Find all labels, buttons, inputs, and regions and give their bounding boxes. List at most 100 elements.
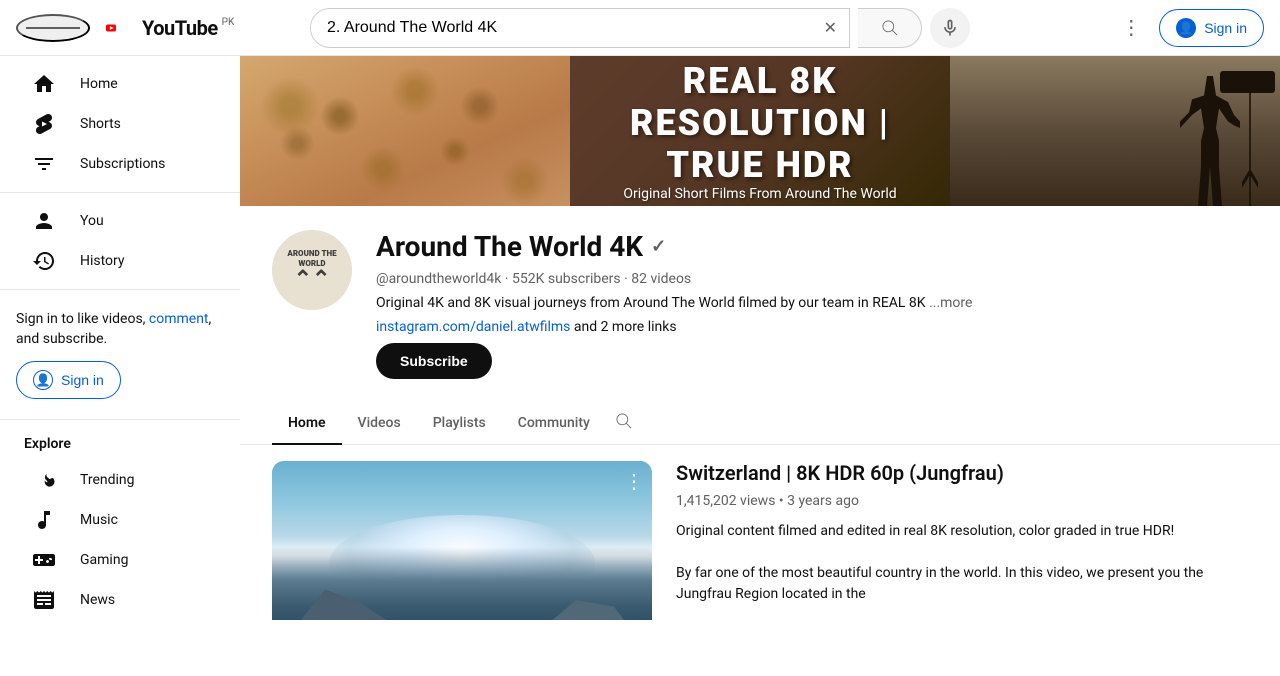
sidebar: Home Shorts Subscriptions You History Si…	[0, 56, 240, 620]
sign-in-prompt: Sign in to like videos, comment, and sub…	[16, 310, 224, 349]
sidebar-item-home-label: Home	[80, 76, 118, 92]
avatar-logo-icon: ⌃⌃	[294, 269, 331, 291]
subscribe-button[interactable]: Subscribe	[376, 343, 492, 379]
video-section: ⋮ Switzerland | 8K HDR 60p (Jungfrau) Sw…	[240, 445, 1280, 620]
home-icon	[32, 72, 56, 96]
sidebar-item-you[interactable]: You	[8, 201, 232, 241]
sidebar-item-trending-label: Trending	[80, 472, 135, 488]
channel-video-count: 82 videos	[631, 271, 691, 287]
video-desc-line1: Original content filmed and edited in re…	[676, 521, 1248, 542]
sidebar-item-subscriptions[interactable]: Subscriptions	[8, 144, 232, 184]
instagram-link[interactable]: instagram.com/daniel.atwfilms	[376, 319, 570, 335]
sidebar-sign-in-label: Sign in	[61, 372, 104, 388]
video-stats: 1,415,202 views • 3 years ago	[676, 493, 1248, 509]
tab-home[interactable]: Home	[272, 403, 342, 445]
banner-title: REAL 8K RESOLUTION | TRUE HDR	[602, 60, 918, 186]
sidebar-sign-in-button[interactable]: 👤 Sign in	[16, 361, 121, 399]
sidebar-item-subscriptions-label: Subscriptions	[80, 156, 165, 172]
shorts-icon	[32, 112, 56, 136]
sidebar-item-gaming-label: Gaming	[80, 552, 128, 568]
video-stats-separator: •	[779, 493, 787, 509]
subscriptions-icon	[32, 152, 56, 176]
video-thumb-menu-button[interactable]: ⋮	[624, 469, 644, 493]
you-icon	[32, 209, 56, 233]
banner-text-area: REAL 8K RESOLUTION | TRUE HDR Original S…	[570, 56, 950, 206]
sign-in-label: Sign in	[1204, 20, 1247, 36]
sidebar-item-music-label: Music	[80, 512, 118, 528]
channel-meta-dot1: ·	[505, 271, 512, 287]
search-icon	[880, 18, 900, 38]
channel-handle: @aroundtheworld4k	[376, 271, 501, 287]
avatar-text-line1: AROUND THE	[287, 249, 336, 259]
video-views: 1,415,202 views	[676, 493, 775, 509]
logo-region: PK	[222, 17, 235, 28]
youtube-logo-icon	[106, 17, 138, 39]
video-desc-line2: By far one of the most beautiful country…	[676, 563, 1248, 605]
banner-subtitle: Original Short Films From Around The Wor…	[602, 186, 918, 202]
channel-banner: REAL 8K RESOLUTION | TRUE HDR Original S…	[240, 56, 1280, 206]
main-content: REAL 8K RESOLUTION | TRUE HDR Original S…	[240, 56, 1280, 620]
header: YouTube PK ✕ ⋮ 👤 Sign in	[0, 0, 1280, 56]
channel-description: Original 4K and 8K visual journeys from …	[376, 295, 1248, 311]
logo-text: YouTube	[142, 16, 218, 40]
sidebar-item-music[interactable]: Music	[8, 500, 232, 540]
sidebar-item-trending[interactable]: Trending	[8, 460, 232, 500]
gaming-icon	[32, 548, 56, 572]
sidebar-item-news[interactable]: News	[8, 580, 232, 620]
channel-desc-text: Original 4K and 8K visual journeys from …	[376, 295, 926, 311]
sidebar-item-you-label: You	[80, 213, 104, 229]
sign-in-section: Sign in to like videos, comment, and sub…	[0, 298, 240, 411]
sidebar-item-gaming[interactable]: Gaming	[8, 540, 232, 580]
header-left: YouTube PK	[16, 14, 256, 42]
channel-subscribers: 552K subscribers	[512, 271, 621, 287]
video-thumbnail[interactable]: ⋮ Switzerland | 8K HDR 60p (Jungfrau)	[272, 461, 652, 620]
tab-playlists[interactable]: Playlists	[417, 403, 502, 445]
channel-links: instagram.com/daniel.atwfilms and 2 more…	[376, 319, 1248, 335]
search-clear-button[interactable]: ✕	[812, 18, 849, 38]
video-info: Switzerland | 8K HDR 60p (Jungfrau) 1,41…	[676, 461, 1248, 620]
sign-in-comment-link[interactable]: comment	[149, 311, 209, 327]
search-bar: ✕	[256, 8, 1024, 48]
sidebar-sign-in-icon: 👤	[33, 370, 53, 390]
channel-details: Around The World 4K ✓ @aroundtheworld4k …	[376, 230, 1248, 379]
more-links-count[interactable]: and 2 more links	[574, 319, 677, 335]
sidebar-divider-1	[0, 192, 240, 193]
channel-info: AROUND THE WORLD ⌃⌃ Around The World 4K …	[240, 206, 1280, 403]
channel-desc-more[interactable]: ...more	[929, 295, 972, 311]
verified-icon: ✓	[651, 236, 666, 257]
menu-button[interactable]	[16, 14, 90, 42]
sign-in-avatar-icon: 👤	[1176, 18, 1196, 38]
video-time-ago: 3 years ago	[787, 493, 859, 509]
sidebar-divider-3	[0, 419, 240, 420]
channel-meta: @aroundtheworld4k · 552K subscribers · 8…	[376, 271, 1248, 287]
sidebar-item-history[interactable]: History	[8, 241, 232, 281]
sidebar-item-news-label: News	[80, 592, 115, 608]
search-form: ✕	[310, 8, 850, 48]
more-options-button[interactable]: ⋮	[1111, 8, 1151, 48]
header-right: ⋮ 👤 Sign in	[1024, 8, 1264, 48]
sign-in-button[interactable]: 👤 Sign in	[1159, 9, 1264, 47]
search-submit-button[interactable]	[858, 8, 922, 48]
tab-videos[interactable]: Videos	[342, 403, 417, 445]
trending-icon	[32, 468, 56, 492]
channel-name-row: Around The World 4K ✓	[376, 230, 1248, 263]
explore-section-label: Explore	[0, 428, 240, 460]
channel-avatar: AROUND THE WORLD ⌃⌃	[272, 230, 352, 310]
tab-community[interactable]: Community	[502, 403, 606, 445]
sidebar-item-shorts[interactable]: Shorts	[8, 104, 232, 144]
sidebar-divider-2	[0, 289, 240, 290]
channel-tabs: Home Videos Playlists Community	[240, 403, 1280, 445]
search-input[interactable]	[311, 11, 812, 45]
sidebar-item-shorts-label: Shorts	[80, 116, 121, 132]
mic-button[interactable]	[930, 8, 970, 48]
channel-name-text: Around The World 4K	[376, 230, 643, 263]
history-icon	[32, 249, 56, 273]
sidebar-item-home[interactable]: Home	[8, 64, 232, 104]
sidebar-item-history-label: History	[80, 253, 125, 269]
music-icon	[32, 508, 56, 532]
banner-image: REAL 8K RESOLUTION | TRUE HDR Original S…	[240, 56, 1280, 206]
video-description: Original content filmed and edited in re…	[676, 521, 1248, 605]
logo[interactable]: YouTube PK	[106, 16, 234, 40]
tab-search-icon[interactable]	[614, 411, 634, 436]
video-title[interactable]: Switzerland | 8K HDR 60p (Jungfrau)	[676, 461, 1248, 485]
